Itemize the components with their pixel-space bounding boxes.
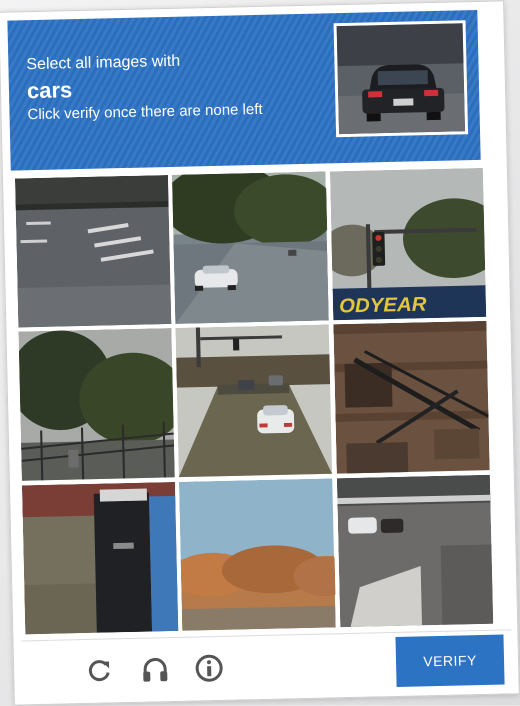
tile-dumpster[interactable] [21, 481, 179, 635]
tile-street-traffic[interactable] [175, 324, 333, 478]
goodyear-sign-text: ODYEAR [339, 294, 427, 318]
audio-icon[interactable] [140, 654, 171, 685]
tile-trees-fence[interactable] [18, 328, 176, 482]
challenge-header: Select all images with cars Click verify… [7, 9, 481, 171]
instruction-subtext: Click verify once there are none left [27, 100, 263, 124]
verify-button[interactable]: VERIFY [395, 634, 505, 687]
tile-building-fire-escape[interactable] [333, 321, 490, 474]
tile-parking-lot[interactable] [336, 474, 494, 628]
image-grid: ODYEAR [14, 167, 494, 635]
target-object-text: cars [26, 77, 73, 104]
tile-traffic-light-goodyear[interactable]: ODYEAR [329, 167, 487, 321]
tile-road-crosswalk[interactable] [14, 175, 172, 328]
reload-icon[interactable] [84, 655, 115, 686]
info-icon[interactable] [194, 653, 225, 684]
captcha-footer: VERIFY [21, 629, 513, 700]
sample-car-image [333, 20, 469, 138]
captcha-widget: Select all images with cars Click verify… [0, 0, 520, 706]
tile-autumn-trees[interactable] [179, 478, 336, 631]
instruction-text: Select all images with [26, 52, 181, 74]
tile-street-white-car[interactable] [172, 171, 329, 325]
